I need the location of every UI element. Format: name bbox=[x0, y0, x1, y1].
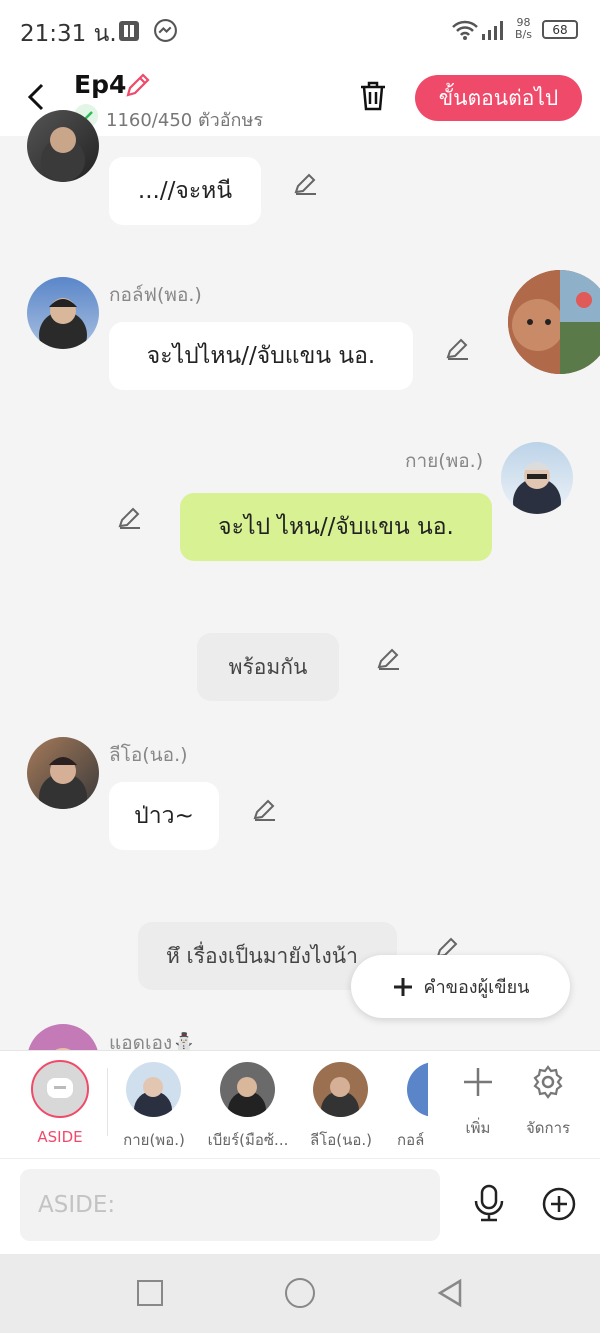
edit-message-icon[interactable] bbox=[252, 796, 278, 822]
home-icon[interactable] bbox=[285, 1278, 315, 1308]
floating-video-bubble[interactable] bbox=[508, 270, 600, 374]
next-step-button[interactable]: ขั้นตอนต่อไป bbox=[415, 75, 582, 121]
character-label: กาย(พอ.) bbox=[123, 1131, 185, 1149]
aside-character[interactable] bbox=[31, 1060, 89, 1118]
recents-icon[interactable] bbox=[137, 1280, 163, 1306]
aside-icon bbox=[47, 1078, 73, 1098]
character-label: ASIDE bbox=[37, 1128, 83, 1146]
messenger-icon bbox=[154, 19, 177, 42]
manage-label: จัดการ bbox=[525, 1119, 571, 1137]
settings-gear-icon[interactable] bbox=[531, 1065, 565, 1099]
battery-level: 68 bbox=[552, 22, 568, 37]
avatar[interactable] bbox=[27, 737, 99, 809]
divider bbox=[107, 1068, 108, 1136]
character-label: เบียร์(มือซ้... bbox=[207, 1131, 289, 1149]
message-bubble[interactable]: ...//จะหนี bbox=[109, 157, 261, 225]
plus-icon bbox=[393, 977, 412, 996]
character-label: ลีโอ(นอ.) bbox=[310, 1131, 372, 1149]
battery-icon: 68 bbox=[542, 20, 578, 39]
edit-message-icon[interactable] bbox=[376, 645, 402, 671]
author-note-button[interactable]: คำของผู้เขียน bbox=[351, 955, 570, 1018]
net-speed-unit: B/s bbox=[515, 28, 532, 41]
add-character-label: เพิ่ม bbox=[465, 1119, 491, 1137]
character-count: 1160/450 ตัวอักษร bbox=[106, 110, 263, 131]
character-avatar[interactable] bbox=[126, 1062, 181, 1117]
avatar[interactable] bbox=[501, 442, 573, 514]
back-nav-icon[interactable] bbox=[436, 1278, 464, 1308]
app-notification-icon bbox=[119, 21, 139, 41]
net-speed: 98 B/s bbox=[515, 17, 532, 41]
add-character-icon[interactable] bbox=[462, 1066, 494, 1098]
add-circle-icon[interactable] bbox=[541, 1186, 577, 1222]
character-label: กอล์ bbox=[397, 1131, 425, 1149]
character-avatar[interactable] bbox=[220, 1062, 275, 1117]
character-avatar[interactable] bbox=[407, 1062, 428, 1117]
narration-bubble[interactable]: พร้อมกัน bbox=[197, 633, 339, 701]
edit-message-icon[interactable] bbox=[445, 335, 471, 361]
author-note-label: คำของผู้เขียน bbox=[423, 977, 530, 998]
message-input[interactable] bbox=[20, 1169, 440, 1241]
speaker-name: กอล์ฟ(พอ.) bbox=[109, 284, 202, 306]
character-avatar[interactable] bbox=[313, 1062, 368, 1117]
signal-icon bbox=[482, 21, 503, 40]
edit-message-icon[interactable] bbox=[117, 504, 143, 530]
avatar[interactable] bbox=[27, 277, 99, 349]
microphone-icon[interactable] bbox=[472, 1184, 506, 1222]
message-bubble-self[interactable]: จะไป ไหน//จับแขน นอ. bbox=[180, 493, 492, 561]
status-bar: 21:31 น. 98 B/s 68 bbox=[0, 0, 600, 62]
message-bubble[interactable]: จะไปไหน//จับแขน นอ. bbox=[109, 322, 413, 390]
speaker-name: ลีโอ(นอ.) bbox=[109, 744, 188, 766]
status-time: 21:31 น. bbox=[20, 21, 117, 47]
wifi-icon bbox=[452, 20, 478, 40]
back-arrow-icon[interactable] bbox=[24, 82, 50, 112]
episode-title: Ep4 bbox=[74, 70, 127, 99]
avatar[interactable] bbox=[27, 110, 99, 182]
trash-icon[interactable] bbox=[358, 80, 388, 112]
message-bubble[interactable]: ป่าว~ bbox=[109, 782, 219, 850]
edit-title-icon[interactable] bbox=[124, 71, 152, 99]
edit-message-icon[interactable] bbox=[293, 170, 319, 196]
speaker-name: กาย(พอ.) bbox=[405, 450, 484, 472]
